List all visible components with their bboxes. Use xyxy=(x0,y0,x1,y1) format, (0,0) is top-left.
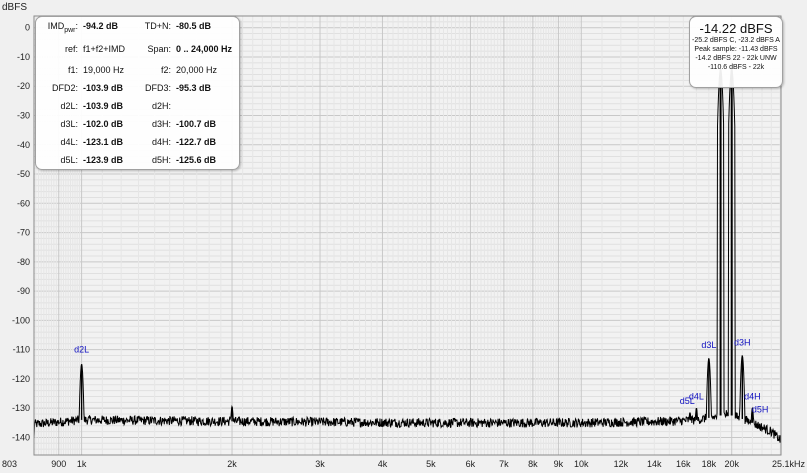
x-tick-label: 7k xyxy=(499,459,509,469)
dfd3-label: DFD3: xyxy=(144,83,171,93)
x-tick-label: 16k xyxy=(676,459,691,469)
d2l-label: d2L: xyxy=(60,101,78,111)
imd-stats-panel[interactable]: IMDpwr: -94.2 dB TD+N: -80.5 dB ref: f1+… xyxy=(35,16,240,170)
peak-annotation: d2L xyxy=(74,345,89,355)
y-tick-label: -110 xyxy=(13,345,30,355)
y-tick-label: -30 xyxy=(17,111,30,121)
dfd3-value: -95.3 dB xyxy=(176,83,212,93)
x-tick-label: 2k xyxy=(227,459,237,469)
x-tick-label: 3k xyxy=(315,459,325,469)
y-axis-ticks: 0 -10 -20 -30 -40 -50 -60 -70 -80 -90 -100 -110 -120… xyxy=(12,23,30,443)
level-unweighted: -14.2 dBFS 22 - 22k UNW xyxy=(695,55,777,62)
f1-value: 19,000 Hz xyxy=(83,65,125,75)
d5h-label: d5H: xyxy=(151,155,171,165)
imd-label-sub: pwr xyxy=(64,26,76,34)
x-tick-label: 1k xyxy=(77,459,87,469)
tdn-value: -80.5 dB xyxy=(176,21,212,31)
x-tick-label: 6k xyxy=(466,459,476,469)
peak-annotation: d4H xyxy=(744,391,761,401)
d5h-value: -125.6 dB xyxy=(176,155,217,165)
peak-annotation: d5H xyxy=(752,405,769,415)
y-tick-label: -120 xyxy=(12,374,30,384)
level-weighted: -25.2 dBFS C, -23.2 dBFS A xyxy=(692,37,780,44)
level-peak-sample: Peak sample: -11.43 dBFS xyxy=(694,46,778,53)
imd-label: IMDpwr: xyxy=(36,21,78,34)
y-tick-label: -100 xyxy=(12,315,30,325)
x-tick-label: 20k xyxy=(724,459,739,469)
level-readout-panel[interactable]: -14.22 dBFS -25.2 dBFS C, -23.2 dBFS A P… xyxy=(689,16,783,88)
imd-label-main: IMD xyxy=(47,21,65,31)
y-tick-label: -70 xyxy=(17,228,30,238)
imd-value: -94.2 dB xyxy=(83,21,119,31)
d5l-label: d5L: xyxy=(60,155,78,165)
d3h-label: d3H: xyxy=(151,119,171,129)
f2-value: 20,000 Hz xyxy=(176,65,218,75)
y-tick-label: -80 xyxy=(17,257,30,267)
tdn-label: TD+N: xyxy=(144,21,171,31)
d5l-value: -123.9 dB xyxy=(83,155,124,165)
y-tick-label: -20 xyxy=(17,81,30,91)
d2l-value: -103.9 dB xyxy=(83,101,124,111)
x-tick-label: 10k xyxy=(574,459,589,469)
ref-value: f1+f2+IMD xyxy=(83,44,126,54)
x-axis-ticks: 803 900 1k 2k 3k 4k 5k 6k 7k 8k 9k 10k 12k 14k 16k 18k 2… xyxy=(2,459,805,469)
peak-annotation: d5L xyxy=(680,396,695,406)
imd-label-colon: : xyxy=(75,21,78,31)
y-tick-label: -90 xyxy=(17,286,30,296)
f1-label: f1: xyxy=(67,65,78,75)
d2h-label: d2H: xyxy=(151,101,171,111)
x-tick-label: 14k xyxy=(647,459,662,469)
x-tick-label: 4k xyxy=(378,459,388,469)
x-tick-label: 25.1kHz xyxy=(772,459,806,469)
dfd2-label: DFD2: xyxy=(51,83,78,93)
span-value: 0 .. 24,000 Hz xyxy=(176,44,233,54)
ref-label: ref: xyxy=(64,44,78,54)
x-tick-label: 12k xyxy=(614,459,629,469)
peak-annotation: d3L xyxy=(701,340,716,350)
d4l-value: -123.1 dB xyxy=(83,137,124,147)
y-tick-label: 0 xyxy=(25,23,30,33)
y-axis-title: dBFS xyxy=(2,2,27,13)
d4l-label: d4L: xyxy=(60,137,78,147)
span-label: Span: xyxy=(147,44,171,54)
x-tick-label: 803 xyxy=(2,459,17,469)
y-tick-label: -60 xyxy=(17,198,30,208)
y-tick-label: -130 xyxy=(12,403,30,413)
x-tick-label: 900 xyxy=(51,459,66,469)
x-tick-label: 8k xyxy=(528,459,538,469)
level-residual: -110.6 dBFS - 22k xyxy=(707,64,765,71)
x-tick-label: 5k xyxy=(426,459,436,469)
y-tick-label: -50 xyxy=(17,169,30,179)
dfd2-value: -103.9 dB xyxy=(83,83,124,93)
d4h-label: d4H: xyxy=(151,137,171,147)
d3l-label: d3L: xyxy=(60,119,78,129)
peak-annotation: d3H xyxy=(734,337,751,347)
d3h-value: -100.7 dB xyxy=(176,119,217,129)
d3l-value: -102.0 dB xyxy=(83,119,124,129)
y-tick-label: -40 xyxy=(17,140,30,150)
d4h-value: -122.7 dB xyxy=(176,137,217,147)
f2-label: f2: xyxy=(160,65,171,75)
y-tick-label: -10 xyxy=(17,52,30,62)
x-tick-label: 18k xyxy=(702,459,717,469)
x-tick-label: 9k xyxy=(554,459,564,469)
level-main-value: -14.22 dBFS xyxy=(699,21,773,36)
y-tick-label: -140 xyxy=(12,432,30,442)
